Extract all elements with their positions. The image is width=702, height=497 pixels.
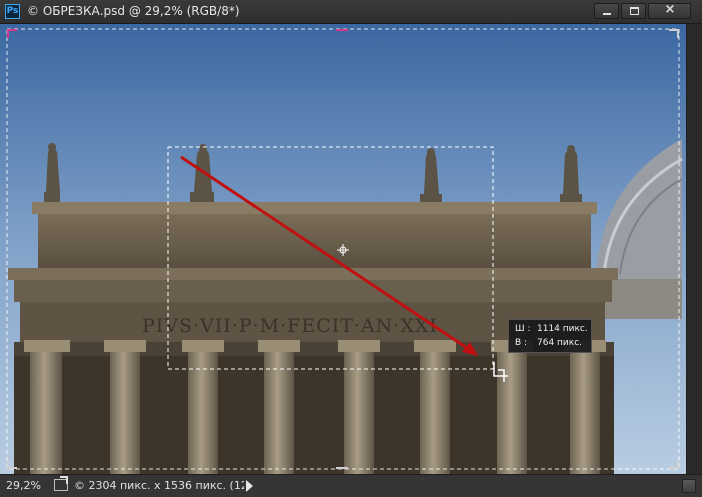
photo-image: PIVS·VII·P·M·FECIT·AN·XXI [0,24,702,474]
crop-size-tooltip: Ш : 1114 пикс. В : 764 пикс. [508,319,592,353]
maximize-button[interactable] [621,3,646,19]
zoom-level[interactable]: 29,2% [6,479,41,492]
title-bar: Ps © ОБРЕЗКА.psd @ 29,2% (RGB/8*) × [0,0,702,24]
document-info: © 2304 пикс. x 1536 пикс. (120 р... [74,479,244,492]
close-button[interactable]: × [648,2,691,19]
photoshop-icon: Ps [5,4,20,19]
document-title: © ОБРЕЗКА.psd @ 29,2% (RGB/8*) [27,4,240,18]
status-bar: 29,2% © 2304 пикс. x 1536 пикс. (120 р..… [0,474,702,497]
width-value: 1114 пикс. [537,324,588,334]
inscription-text: PIVS·VII·P·M·FECIT·AN·XXI [142,315,438,337]
minimize-button[interactable] [594,3,619,19]
height-value: 764 пикс. [537,338,583,348]
width-label: Ш : [515,324,531,334]
document-canvas[interactable]: PIVS·VII·P·M·FECIT·AN·XXI [0,24,702,474]
minimize-icon [603,13,611,15]
share-icon[interactable] [54,476,68,491]
status-menu-arrow-icon[interactable] [246,480,253,492]
vertical-scrollbar[interactable] [686,24,702,474]
close-icon: × [664,2,676,17]
height-label: В : [515,338,528,348]
horizontal-scrollbar[interactable] [262,481,682,491]
resize-corner[interactable] [682,479,696,493]
maximize-icon [630,7,639,15]
